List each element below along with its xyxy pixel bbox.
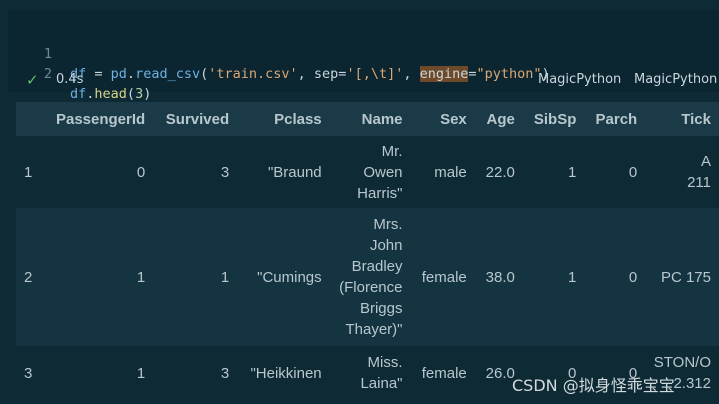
execution-time: 0.4s — [56, 72, 84, 87]
table-cell: 0 — [584, 136, 646, 208]
table-header-row: PassengerId Survived Pclass Name Sex Age SibSp… — [16, 102, 719, 136]
table-cell: 1 — [522, 136, 585, 208]
table-cell: 1 — [42, 208, 154, 346]
table-cell: Mr. Owen Harris" — [329, 136, 411, 208]
table-cell: 3 — [153, 136, 238, 208]
code-line-2[interactable]: 2 df.head(3) — [8, 44, 151, 102]
column-header[interactable]: Sex — [410, 102, 475, 136]
table-cell: 1 — [153, 208, 238, 346]
table-cell: 1 — [42, 346, 154, 400]
column-header[interactable] — [16, 102, 43, 136]
column-header[interactable]: Age — [474, 102, 523, 136]
cell-status-bar: ✓ 0.4s MagicPython MagicPython — [8, 70, 719, 92]
column-header[interactable]: Survived — [153, 102, 238, 136]
dataframe-output: PassengerId Survived Pclass Name Sex Age SibSp… — [16, 102, 719, 404]
table-cell: A 211 — [645, 136, 719, 208]
table-cell: male — [410, 136, 475, 208]
row-index: 3 — [16, 346, 43, 400]
table-row[interactable]: 2 1 1 "Cumings Mrs. John Bradley (Florence B… — [16, 208, 719, 346]
table-cell: "Braund — [237, 136, 330, 208]
table-cell: "Heikkinen — [237, 346, 330, 400]
column-header[interactable]: Name — [329, 102, 411, 136]
column-header[interactable]: SibSp — [522, 102, 585, 136]
check-icon: ✓ — [26, 71, 39, 89]
column-header[interactable]: Parch — [584, 102, 646, 136]
language-tag[interactable]: MagicPython — [634, 72, 717, 87]
language-tag[interactable]: MagicPython — [538, 72, 621, 87]
table-cell: Mrs. John Bradley (Florence Briggs Thaye… — [329, 208, 411, 346]
column-header[interactable]: Tick — [645, 102, 719, 136]
table-cell: PC 175 — [645, 208, 719, 346]
table-row[interactable]: 1 0 3 "Braund Mr. Owen Harris" male 22.0 1 0 A 21… — [16, 136, 719, 208]
row-index: 1 — [16, 136, 43, 208]
table-cell: female — [410, 346, 475, 400]
row-index: 2 — [16, 208, 43, 346]
table-cell: 3 — [153, 346, 238, 400]
table-cell: female — [410, 208, 475, 346]
table-cell: "Cumings — [237, 208, 330, 346]
column-header[interactable]: Pclass — [237, 102, 330, 136]
table-cell: 0 — [584, 208, 646, 346]
table-cell: Miss. Laina" — [329, 346, 411, 400]
table-cell: 0 — [42, 136, 154, 208]
table-cell: 1 — [522, 208, 585, 346]
dataframe-table: PassengerId Survived Pclass Name Sex Age SibSp… — [16, 102, 719, 400]
table-cell: 22.0 — [474, 136, 523, 208]
code-line-1[interactable]: 1 df = pd.read_csv('train.csv', sep='[,\… — [8, 24, 550, 82]
column-header[interactable]: PassengerId — [42, 102, 154, 136]
table-cell: 38.0 — [474, 208, 523, 346]
watermark: CSDN @拟身怪乖宝宝 — [512, 376, 675, 395]
